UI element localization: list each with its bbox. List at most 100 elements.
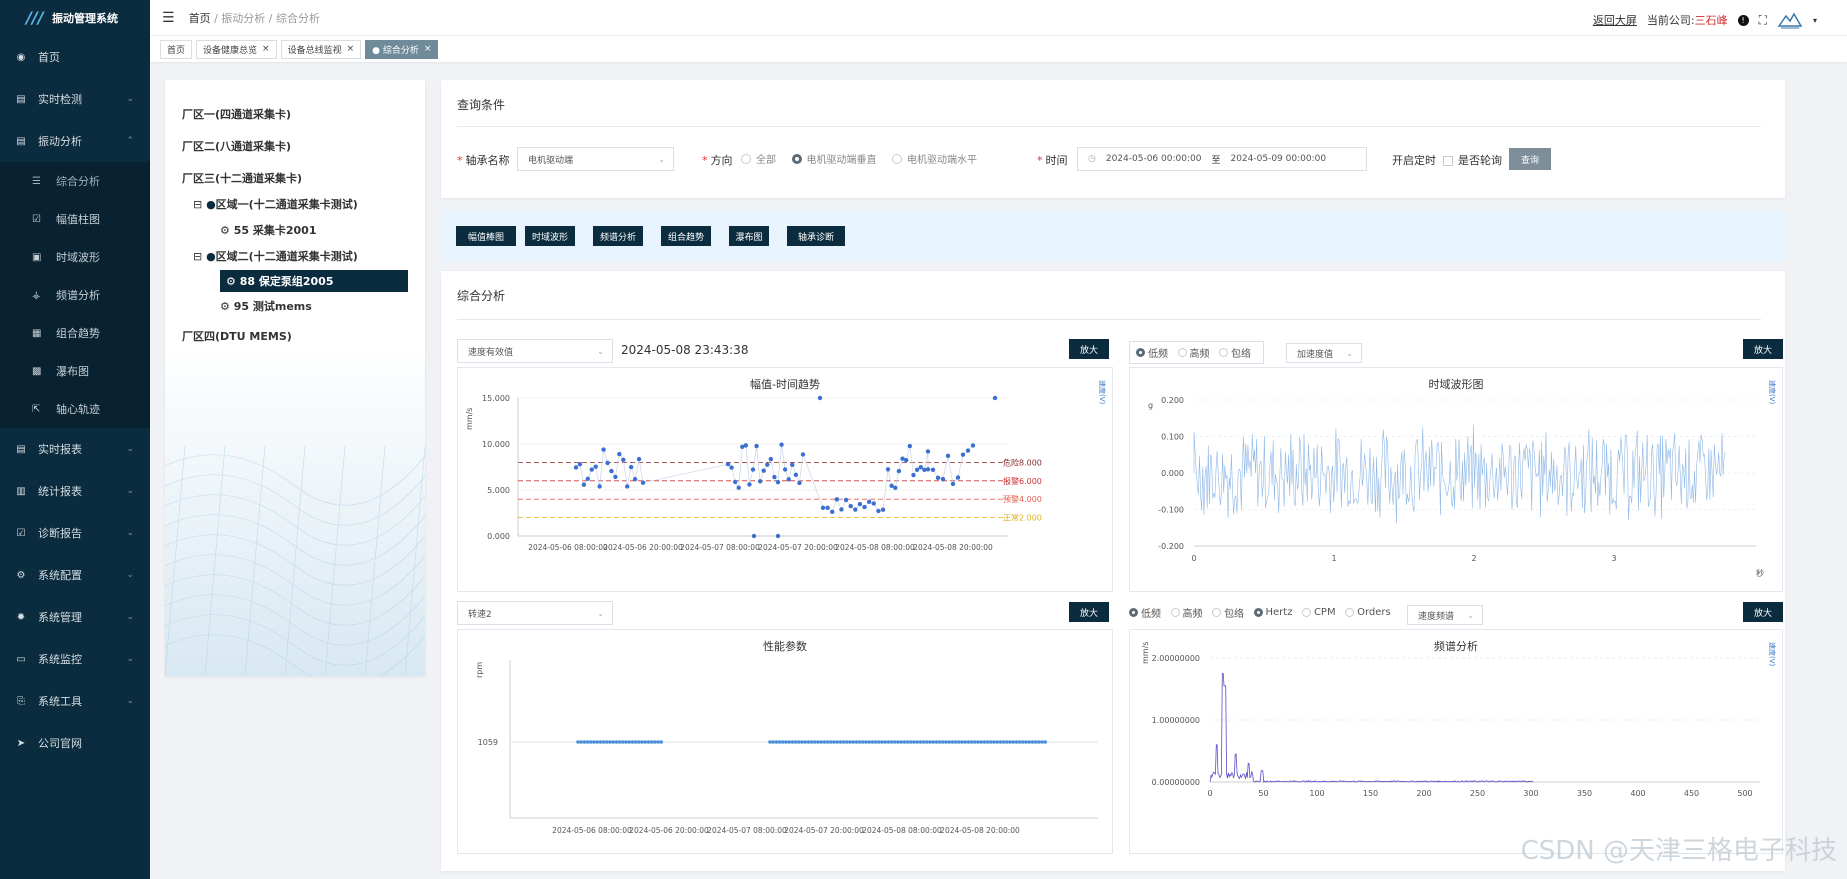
sidebar-item-realtime-monitor[interactable]: ▤ 实时检测 ⌄ [0,78,150,120]
tab-home[interactable]: 首页 [160,39,193,59]
tree-area-2[interactable]: 厂区二(八通道采集卡) [182,138,291,154]
tab-comprehensive-analysis[interactable]: ● 综合分析 × [365,39,439,59]
chart4-type-select[interactable]: 速度频谱 ⌄ [1407,605,1483,625]
radio-orders[interactable]: Orders [1345,607,1391,618]
bearing-select[interactable]: 电机驱动端 ⌄ [517,147,674,171]
radio-low[interactable]: 低频 [1136,345,1168,360]
sidebar-item-realtime-report[interactable]: ▤ 实时报表 ⌄ [0,428,150,470]
waveform-chart-plot[interactable]: g 0.200 0.100 0.000 -0.100 -0.200 0 1 2 3 秒 速度(V) [1130,368,1784,593]
sidebar-item-comprehensive-analysis[interactable]: ☰ 综合分析 [0,162,150,200]
trend-point [625,484,630,489]
sidebar-item-waterfall[interactable]: ▩ 瀑布图 [0,352,150,390]
sidebar-item-system-management[interactable]: ✹ 系统管理 ⌄ [0,596,150,638]
close-icon[interactable]: × [424,44,432,54]
sidebar-item-home[interactable]: ◉ 首页 [0,36,150,78]
collapse-icon[interactable]: ⊟ [193,250,202,263]
time-range-picker[interactable]: ◷ 2024-05-06 00:00:00 至 2024-05-09 00:00… [1077,147,1367,171]
sidebar-item-system-config[interactable]: ⚙ 系统配置 ⌄ [0,554,150,596]
breadcrumb-home[interactable]: 首页 [189,12,211,25]
tree-device-55[interactable]: ⚙ 55 采集卡2001 [220,222,316,238]
radio-high[interactable]: 高频 [1177,345,1210,360]
sidebar-item-amplitude-bar[interactable]: ☑ 幅值柱图 [0,200,150,238]
chevron-down-icon[interactable]: ▾ [1813,16,1817,25]
radio-cpm[interactable]: CPM [1301,607,1336,618]
sidebar-item-spectrum[interactable]: ⚶ 频谱分析 [0,276,150,314]
sidebar-item-system-tools[interactable]: ⎘ 系统工具 ⌄ [0,680,150,722]
tree-zone-2[interactable]: ⊟ ●区域二(十二通道采集卡测试) [193,248,358,264]
tab-device-health[interactable]: 设备健康总览 × [196,39,277,59]
tree-device-95[interactable]: ⚙ 95 测试mems [220,298,312,314]
tree-area-4[interactable]: 厂区四(DTU MEMS) [182,328,292,344]
radio-low[interactable]: 低频 [1129,605,1161,620]
rpm-point [918,740,923,744]
performance-chart-plot[interactable]: rpm 1059 2024-05-06 08:00:002024-05-06 20:… [458,630,1114,855]
time-end[interactable]: 2024-05-09 00:00:00 [1230,154,1326,164]
menu-toggle-icon[interactable]: ☰ [162,10,175,26]
collapse-icon[interactable]: ⊟ [193,198,202,211]
chart1-zoom-button[interactable]: 放大 [1069,339,1109,359]
tree-device-88-selected[interactable]: ⚙ 88 保定泵组2005 [220,270,408,292]
tab-bar: 首页 设备健康总览 × 设备总线监视 × ● 综合分析 × [150,36,1847,62]
tree-area-1[interactable]: 厂区一(四通道采集卡) [182,106,291,122]
close-icon[interactable]: × [262,44,270,54]
spectrum-button[interactable]: 频谱分析 [593,226,643,246]
tree-zone-1[interactable]: ⊟ ●区域一(十二通道采集卡测试) [193,196,358,212]
waterfall-button[interactable]: 瀑布图 [729,226,769,246]
company-name[interactable]: 三石峰 [1695,14,1728,27]
radio-vertical[interactable]: 电机驱动端垂直 [791,151,877,166]
chart2-type-select[interactable]: 加速度值 ⌄ [1286,343,1362,363]
rpm-point [1033,740,1038,744]
chart1-timestamp: 2024-05-08 23:43:38 [621,343,749,357]
sidebar-item-system-monitor[interactable]: ▭ 系统监控 ⌄ [0,638,150,680]
radio-envelope[interactable]: 包络 [1219,345,1251,360]
divider [457,319,1761,320]
sidebar-item-company-site[interactable]: ➤ 公司官网 [0,722,150,764]
trend-point [839,507,844,512]
close-icon[interactable]: × [347,44,355,54]
chart4-zoom-button[interactable]: 放大 [1743,602,1783,622]
big-screen-link[interactable]: 返回大屏 [1593,12,1637,28]
sidebar-item-combined-trend[interactable]: ▦ 组合趋势 [0,314,150,352]
rpm-point [640,740,644,744]
trend-chart-plot[interactable]: mm/s 15.000 10.000 5.000 0.000 2024-05-06 08:… [458,368,1114,593]
tree-area-3[interactable]: 厂区三(十二通道采集卡) [182,170,302,186]
time-waveform-button[interactable]: 时域波形 [525,226,575,246]
trend-point [896,468,902,474]
x-tick-label: 2024-05-07 20:00:00 [784,826,864,835]
bearing-diagnosis-button[interactable]: 轴承诊断 [787,226,845,246]
trend-point [636,456,642,462]
poll-checkbox[interactable]: 是否轮询 [1443,152,1502,168]
sidebar-item-vibration-analysis[interactable]: ▤ 振动分析 ⌃ [0,120,150,162]
trend-point [589,467,594,472]
spectrum-chart-plot[interactable]: mm/s 2.00000000 1.00000000 0.00000000 0 50 100… [1130,630,1784,855]
rpm-point [864,740,868,744]
sidebar-item-time-waveform[interactable]: ▣ 时域波形 [0,238,150,276]
time-start[interactable]: 2024-05-06 00:00:00 [1106,154,1202,164]
radio-envelope[interactable]: 包络 [1212,605,1244,620]
trend-point [577,462,583,467]
radio-hertz[interactable]: Hertz [1253,607,1292,618]
sidebar-item-orbit[interactable]: ⇱ 轴心轨迹 [0,390,150,428]
checkbox-icon[interactable] [1443,156,1453,166]
radio-high[interactable]: 高频 [1170,605,1203,620]
sidebar-item-stats-report[interactable]: ▥ 统计报表 ⌄ [0,470,150,512]
chart2-zoom-button[interactable]: 放大 [1743,339,1783,359]
amplitude-bar-button[interactable]: 幅值棒图 [456,226,516,246]
avatar[interactable] [1777,10,1803,30]
app-logo[interactable]: /// 振动管理系统 [0,0,150,36]
radio-all[interactable]: 全部 [741,151,776,166]
rpm-point [861,740,865,744]
param-select[interactable]: 转速2 ⌄ [457,601,613,625]
fullscreen-icon[interactable]: ⛶ [1759,13,1767,28]
breadcrumb-vibration[interactable]: 振动分析 [221,12,265,25]
chart3-zoom-button[interactable]: 放大 [1069,602,1109,622]
tab-device-bus[interactable]: 设备总线监视 × [280,39,362,59]
sidebar-item-diagnosis-report[interactable]: ☑ 诊断报告 ⌄ [0,512,150,554]
combined-trend-button[interactable]: 组合趋势 [661,226,711,246]
rpm-point [845,740,849,744]
rpm-point [841,740,846,744]
search-button[interactable]: 查询 [1509,148,1551,170]
notice-icon[interactable]: ! [1737,14,1749,26]
radio-horizontal[interactable]: 电机驱动端水平 [892,151,977,166]
metric-select[interactable]: 速度有效值 ⌄ [457,339,613,363]
